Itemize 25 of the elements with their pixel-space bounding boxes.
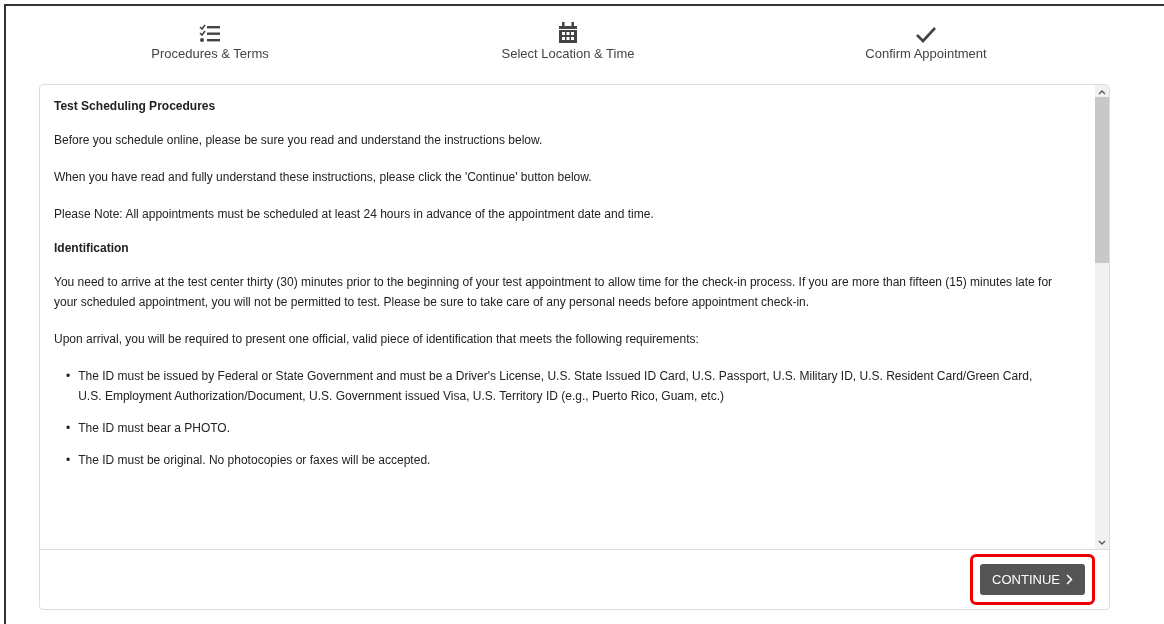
step-label[interactable]: Confirm Appointment [865, 46, 987, 61]
section-heading: Test Scheduling Procedures [54, 99, 217, 113]
bullet: • [66, 420, 71, 437]
paragraph: Please Note: All appointments must be scheduled at least 24 hours in advance of the appointment date and time. [54, 206, 655, 223]
bullet: • [66, 368, 71, 385]
list-item: The ID must be issued by Federal or State Government and must be a Driver's License, U.S. State Issued ID Card, U.S. Passport, U.S. Military ID, U.S. Resident Card/Green Card, U.S. Employment Authorization/Document, U.S. Government issued Visa, U.S. Territory ID (e.g., Puerto Rico, Guam, etc.) [78, 368, 1034, 405]
scroll-up-icon[interactable] [1098, 89, 1106, 95]
scrollbar-thumb[interactable] [1095, 97, 1109, 263]
checklist-icon [199, 24, 221, 44]
calendar-icon [558, 22, 578, 44]
section-heading: Identification [54, 241, 130, 255]
paragraph: When you have read and fully understand these instructions, please click the 'Continue' button below. [54, 169, 593, 186]
bullet: • [66, 452, 71, 469]
step-label[interactable]: Procedures & Terms [151, 46, 269, 61]
list-item: The ID must bear a PHOTO. [78, 420, 231, 437]
paragraph: Upon arrival, you will be required to present one official, valid piece of identification that meets the following requirements: [54, 331, 700, 348]
paragraph: You need to arrive at the test center thirty (30) minutes prior to the beginning of your test appointment to allow time for the check-in process. If you are more than fifteen (15) minutes late for your scheduled appointment, you will not be permitted to test. Please be sure to take care of any personal needs before appointment check-in. [54, 274, 1054, 311]
scroll-down-icon[interactable] [1098, 540, 1106, 546]
list-item: The ID must be original. No photocopies or faxes will be accepted. [78, 452, 431, 469]
checkmark-icon [915, 26, 937, 44]
continue-button[interactable]: CONTINUE [980, 564, 1085, 595]
chevron-right-icon [1066, 574, 1073, 585]
paragraph: Before you schedule online, please be sure you read and understand the instructions below. [54, 132, 544, 149]
step-label[interactable]: Select Location & Time [501, 46, 635, 61]
scrollbar[interactable] [1095, 85, 1109, 549]
